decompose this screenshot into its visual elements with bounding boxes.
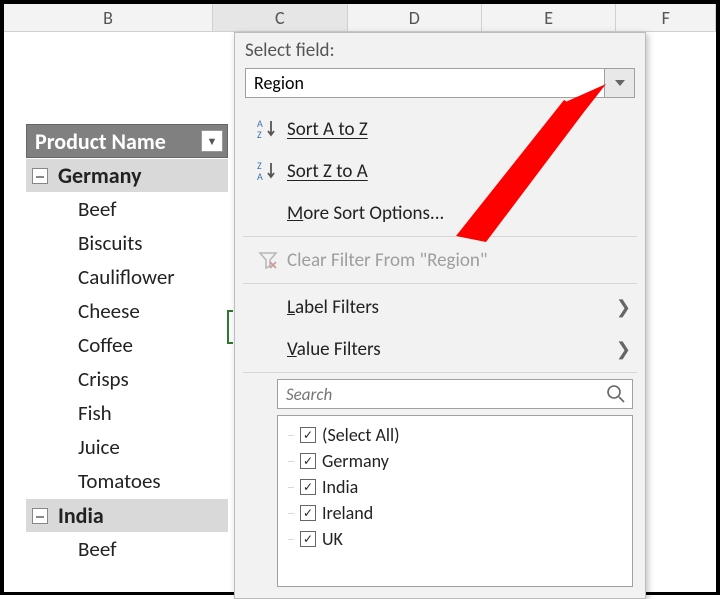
separator: [243, 372, 637, 373]
value-filters-label: Value Filters: [287, 338, 616, 361]
sort-za-icon: Z A: [249, 158, 287, 184]
pivot-filter-button[interactable]: ▼: [201, 130, 223, 152]
field-select[interactable]: [245, 68, 635, 98]
chevron-right-icon: ❯: [616, 296, 631, 318]
filter-option[interactable]: ┈ ✓ India: [282, 474, 628, 500]
select-field-label: Select field:: [235, 33, 645, 68]
collapse-icon[interactable]: [32, 508, 48, 524]
column-header-E[interactable]: E: [482, 4, 616, 31]
chevron-down-icon: [615, 80, 625, 86]
svg-text:Z: Z: [257, 128, 262, 141]
filter-option[interactable]: ┈ ✓ UK: [282, 526, 628, 552]
clear-filter-label: Clear Filter From "Region": [287, 249, 631, 272]
filter-option-select-all[interactable]: ┈ ✓ (Select All): [282, 422, 628, 448]
column-header-F[interactable]: F: [616, 4, 716, 31]
list-item[interactable]: Beef: [26, 532, 228, 566]
filter-option-label: Ireland: [322, 502, 373, 524]
filter-search-input[interactable]: [277, 379, 633, 409]
svg-text:A: A: [257, 170, 263, 183]
sort-az-item[interactable]: A Z Sort A to Z: [235, 108, 645, 150]
more-sort-label: More Sort Options...: [287, 202, 631, 225]
list-item[interactable]: Juice: [26, 430, 228, 464]
active-cell-indicator: [227, 310, 233, 344]
list-item[interactable]: Crisps: [26, 362, 228, 396]
pivot-header-label: Product Name: [35, 128, 166, 155]
chevron-right-icon: ❯: [616, 338, 631, 360]
field-select-input[interactable]: [245, 68, 605, 98]
list-item[interactable]: Biscuits: [26, 226, 228, 260]
clear-filter-item: Clear Filter From "Region": [235, 239, 645, 281]
field-select-dropdown-button[interactable]: [605, 68, 635, 98]
sort-az-icon: A Z: [249, 116, 287, 142]
pivot-table: Product Name ▼ Germany Beef Biscuits Cau…: [26, 124, 228, 566]
checkbox-checked-icon[interactable]: ✓: [300, 453, 316, 469]
column-header-C[interactable]: C: [213, 4, 347, 31]
value-filters-item[interactable]: Value Filters ❯: [235, 328, 645, 370]
more-sort-options-item[interactable]: More Sort Options...: [235, 192, 645, 234]
filter-option-label: India: [322, 476, 358, 498]
search-icon: [605, 383, 627, 405]
checkbox-checked-icon[interactable]: ✓: [300, 427, 316, 443]
collapse-icon[interactable]: [32, 168, 48, 184]
label-filters-item[interactable]: Label Filters ❯: [235, 286, 645, 328]
separator: [243, 283, 637, 284]
filter-items-list[interactable]: ┈ ✓ (Select All) ┈ ✓ Germany ┈ ✓ India ┈…: [277, 415, 633, 587]
tree-connector-icon: ┈: [282, 429, 300, 442]
column-header-D[interactable]: D: [348, 4, 482, 31]
filter-option[interactable]: ┈ ✓ Germany: [282, 448, 628, 474]
filter-option-label: (Select All): [322, 424, 400, 446]
list-item[interactable]: Tomatoes: [26, 464, 228, 498]
list-item[interactable]: Fish: [26, 396, 228, 430]
checkbox-checked-icon[interactable]: ✓: [300, 479, 316, 495]
list-item[interactable]: Cheese: [26, 294, 228, 328]
filter-option-label: UK: [322, 528, 343, 550]
group-row-germany[interactable]: Germany: [26, 158, 228, 192]
label-filters-label: Label Filters: [287, 296, 616, 319]
list-item[interactable]: Cauliflower: [26, 260, 228, 294]
group-label: India: [58, 502, 104, 529]
clear-filter-icon: [249, 249, 287, 271]
checkbox-checked-icon[interactable]: ✓: [300, 505, 316, 521]
tree-connector-icon: ┈: [282, 481, 300, 494]
pivot-header-row: Product Name ▼: [26, 124, 228, 158]
group-label: Germany: [58, 162, 142, 189]
column-header-row: B C D E F: [4, 4, 716, 32]
group-row-india[interactable]: India: [26, 498, 228, 532]
filter-option[interactable]: ┈ ✓ Ireland: [282, 500, 628, 526]
filter-option-label: Germany: [322, 450, 389, 472]
separator: [243, 236, 637, 237]
tree-connector-icon: ┈: [282, 507, 300, 520]
list-item[interactable]: Coffee: [26, 328, 228, 362]
list-item[interactable]: Beef: [26, 192, 228, 226]
tree-connector-icon: ┈: [282, 533, 300, 546]
filter-search[interactable]: [277, 379, 633, 409]
checkbox-checked-icon[interactable]: ✓: [300, 531, 316, 547]
filter-menu: Select field: A Z Sort A to Z Z A Sort Z…: [234, 32, 646, 599]
sort-az-label: Sort A to Z: [287, 118, 631, 141]
sort-za-item[interactable]: Z A Sort Z to A: [235, 150, 645, 192]
sort-za-label: Sort Z to A: [287, 160, 631, 183]
column-header-B[interactable]: B: [4, 4, 213, 31]
tree-connector-icon: ┈: [282, 455, 300, 468]
